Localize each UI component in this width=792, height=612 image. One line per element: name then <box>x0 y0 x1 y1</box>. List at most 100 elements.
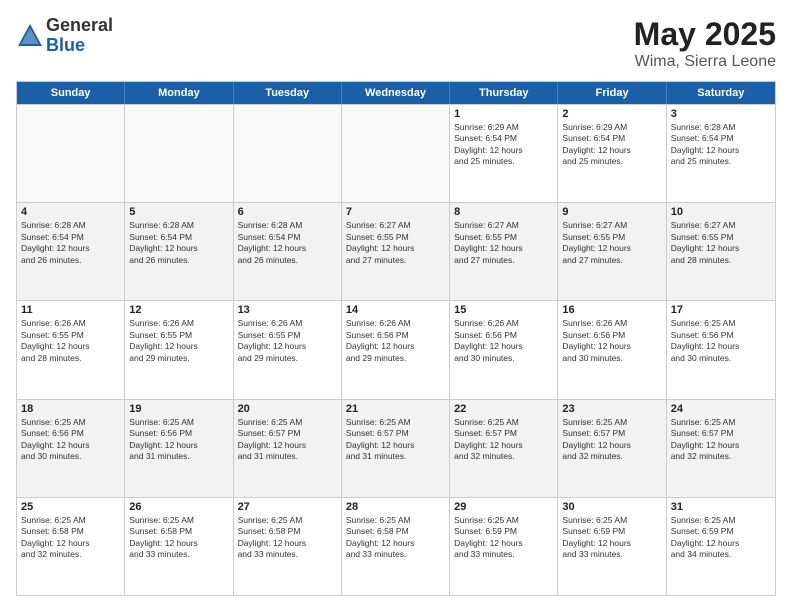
empty-cell <box>125 105 233 202</box>
day-cell-27: 27 Sunrise: 6:25 AM Sunset: 6:58 PM Dayli… <box>234 498 342 595</box>
title-block: May 2025 Wima, Sierra Leone <box>634 16 776 71</box>
day-info: Sunrise: 6:27 AM Sunset: 6:55 PM Dayligh… <box>562 220 661 266</box>
day-number: 12 <box>129 304 228 316</box>
day-info: Sunrise: 6:25 AM Sunset: 6:58 PM Dayligh… <box>21 515 120 561</box>
header-day-saturday: Saturday <box>667 82 775 104</box>
header-day-tuesday: Tuesday <box>234 82 342 104</box>
calendar-row-4: 18 Sunrise: 6:25 AM Sunset: 6:56 PM Dayli… <box>17 399 775 497</box>
calendar-row-2: 4 Sunrise: 6:28 AM Sunset: 6:54 PM Daylig… <box>17 202 775 300</box>
day-info: Sunrise: 6:29 AM Sunset: 6:54 PM Dayligh… <box>454 122 553 168</box>
day-info: Sunrise: 6:26 AM Sunset: 6:56 PM Dayligh… <box>454 318 553 364</box>
day-number: 15 <box>454 304 553 316</box>
day-info: Sunrise: 6:26 AM Sunset: 6:55 PM Dayligh… <box>21 318 120 364</box>
day-cell-2: 2Sunrise: 6:29 AM Sunset: 6:54 PM Daylig… <box>558 105 666 202</box>
day-info: Sunrise: 6:28 AM Sunset: 6:54 PM Dayligh… <box>238 220 337 266</box>
day-cell-10: 10Sunrise: 6:27 AM Sunset: 6:55 PM Dayli… <box>667 203 775 300</box>
day-number: 28 <box>346 501 445 513</box>
day-info: Sunrise: 6:25 AM Sunset: 6:58 PM Dayligh… <box>238 515 337 561</box>
day-info: Sunrise: 6:25 AM Sunset: 6:57 PM Dayligh… <box>562 417 661 463</box>
day-info: Sunrise: 6:26 AM Sunset: 6:55 PM Dayligh… <box>129 318 228 364</box>
calendar-row-1: 1 Sunrise: 6:29 AM Sunset: 6:54 PM Daylig… <box>17 104 775 202</box>
title-month: May 2025 <box>634 16 776 53</box>
day-cell-30: 30Sunrise: 6:25 AM Sunset: 6:59 PM Dayli… <box>558 498 666 595</box>
day-cell-16: 16 Sunrise: 6:26 AM Sunset: 6:56 PM Dayli… <box>558 301 666 398</box>
day-number: 25 <box>21 501 120 513</box>
day-cell-13: 13Sunrise: 6:26 AM Sunset: 6:55 PM Dayli… <box>234 301 342 398</box>
day-info: Sunrise: 6:25 AM Sunset: 6:57 PM Dayligh… <box>238 417 337 463</box>
day-info: Sunrise: 6:25 AM Sunset: 6:59 PM Dayligh… <box>454 515 553 561</box>
calendar-row-5: 25 Sunrise: 6:25 AM Sunset: 6:58 PM Dayli… <box>17 497 775 595</box>
day-number: 4 <box>21 206 120 218</box>
day-number: 3 <box>671 108 771 120</box>
day-info: Sunrise: 6:25 AM Sunset: 6:56 PM Dayligh… <box>129 417 228 463</box>
day-number: 27 <box>238 501 337 513</box>
day-info: Sunrise: 6:27 AM Sunset: 6:55 PM Dayligh… <box>454 220 553 266</box>
day-cell-3: 3 Sunrise: 6:28 AM Sunset: 6:54 PM Daylig… <box>667 105 775 202</box>
day-info: Sunrise: 6:25 AM Sunset: 6:57 PM Dayligh… <box>454 417 553 463</box>
header-day-sunday: Sunday <box>17 82 125 104</box>
day-cell-23: 23 Sunrise: 6:25 AM Sunset: 6:57 PM Dayli… <box>558 400 666 497</box>
day-cell-12: 12 Sunrise: 6:26 AM Sunset: 6:55 PM Dayli… <box>125 301 233 398</box>
calendar-header: SundayMondayTuesdayWednesdayThursdayFrid… <box>17 82 775 104</box>
day-info: Sunrise: 6:26 AM Sunset: 6:56 PM Dayligh… <box>346 318 445 364</box>
day-number: 31 <box>671 501 771 513</box>
day-info: Sunrise: 6:25 AM Sunset: 6:57 PM Dayligh… <box>346 417 445 463</box>
day-info: Sunrise: 6:25 AM Sunset: 6:58 PM Dayligh… <box>129 515 228 561</box>
day-number: 22 <box>454 403 553 415</box>
day-cell-4: 4 Sunrise: 6:28 AM Sunset: 6:54 PM Daylig… <box>17 203 125 300</box>
day-number: 11 <box>21 304 120 316</box>
day-cell-31: 31 Sunrise: 6:25 AM Sunset: 6:59 PM Dayli… <box>667 498 775 595</box>
day-info: Sunrise: 6:29 AM Sunset: 6:54 PM Dayligh… <box>562 122 661 168</box>
header-day-monday: Monday <box>125 82 233 104</box>
day-number: 6 <box>238 206 337 218</box>
day-cell-5: 5Sunrise: 6:28 AM Sunset: 6:54 PM Daylig… <box>125 203 233 300</box>
header-day-friday: Friday <box>558 82 666 104</box>
day-number: 7 <box>346 206 445 218</box>
day-info: Sunrise: 6:25 AM Sunset: 6:58 PM Dayligh… <box>346 515 445 561</box>
page: General Blue May 2025 Wima, Sierra Leone… <box>0 0 792 612</box>
day-cell-29: 29 Sunrise: 6:25 AM Sunset: 6:59 PM Dayli… <box>450 498 558 595</box>
day-info: Sunrise: 6:25 AM Sunset: 6:57 PM Dayligh… <box>671 417 771 463</box>
logo-blue-text: Blue <box>46 36 113 56</box>
day-info: Sunrise: 6:28 AM Sunset: 6:54 PM Dayligh… <box>21 220 120 266</box>
day-number: 23 <box>562 403 661 415</box>
logo: General Blue <box>16 16 113 56</box>
day-cell-21: 21 Sunrise: 6:25 AM Sunset: 6:57 PM Dayli… <box>342 400 450 497</box>
day-info: Sunrise: 6:25 AM Sunset: 6:56 PM Dayligh… <box>21 417 120 463</box>
day-info: Sunrise: 6:26 AM Sunset: 6:55 PM Dayligh… <box>238 318 337 364</box>
day-info: Sunrise: 6:25 AM Sunset: 6:59 PM Dayligh… <box>671 515 771 561</box>
day-cell-20: 20Sunrise: 6:25 AM Sunset: 6:57 PM Dayli… <box>234 400 342 497</box>
day-number: 17 <box>671 304 771 316</box>
day-number: 16 <box>562 304 661 316</box>
day-cell-1: 1 Sunrise: 6:29 AM Sunset: 6:54 PM Daylig… <box>450 105 558 202</box>
header-day-wednesday: Wednesday <box>342 82 450 104</box>
day-number: 14 <box>346 304 445 316</box>
day-info: Sunrise: 6:26 AM Sunset: 6:56 PM Dayligh… <box>562 318 661 364</box>
title-location: Wima, Sierra Leone <box>634 53 776 71</box>
calendar-body: 1 Sunrise: 6:29 AM Sunset: 6:54 PM Daylig… <box>17 104 775 595</box>
day-number: 18 <box>21 403 120 415</box>
day-info: Sunrise: 6:25 AM Sunset: 6:56 PM Dayligh… <box>671 318 771 364</box>
day-cell-6: 6 Sunrise: 6:28 AM Sunset: 6:54 PM Daylig… <box>234 203 342 300</box>
day-cell-8: 8Sunrise: 6:27 AM Sunset: 6:55 PM Daylig… <box>450 203 558 300</box>
day-info: Sunrise: 6:25 AM Sunset: 6:59 PM Dayligh… <box>562 515 661 561</box>
day-info: Sunrise: 6:27 AM Sunset: 6:55 PM Dayligh… <box>671 220 771 266</box>
day-info: Sunrise: 6:28 AM Sunset: 6:54 PM Dayligh… <box>671 122 771 168</box>
logo-text: General Blue <box>46 16 113 56</box>
empty-cell <box>17 105 125 202</box>
day-cell-28: 28 Sunrise: 6:25 AM Sunset: 6:58 PM Dayli… <box>342 498 450 595</box>
day-cell-22: 22 Sunrise: 6:25 AM Sunset: 6:57 PM Dayli… <box>450 400 558 497</box>
day-number: 21 <box>346 403 445 415</box>
day-number: 1 <box>454 108 553 120</box>
empty-cell <box>234 105 342 202</box>
empty-cell <box>342 105 450 202</box>
day-cell-9: 9 Sunrise: 6:27 AM Sunset: 6:55 PM Daylig… <box>558 203 666 300</box>
day-number: 26 <box>129 501 228 513</box>
day-cell-11: 11 Sunrise: 6:26 AM Sunset: 6:55 PM Dayli… <box>17 301 125 398</box>
day-number: 29 <box>454 501 553 513</box>
day-cell-25: 25 Sunrise: 6:25 AM Sunset: 6:58 PM Dayli… <box>17 498 125 595</box>
day-info: Sunrise: 6:27 AM Sunset: 6:55 PM Dayligh… <box>346 220 445 266</box>
day-cell-26: 26 Sunrise: 6:25 AM Sunset: 6:58 PM Dayli… <box>125 498 233 595</box>
day-number: 19 <box>129 403 228 415</box>
day-number: 9 <box>562 206 661 218</box>
